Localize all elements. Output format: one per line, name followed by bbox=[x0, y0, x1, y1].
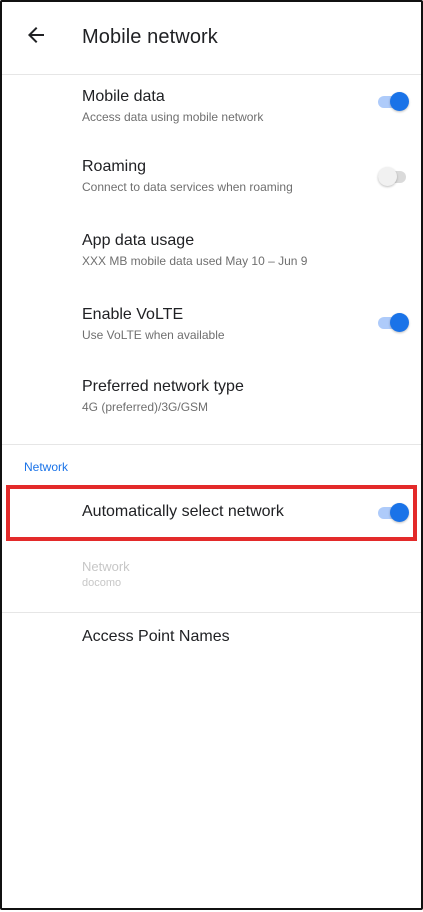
section-divider bbox=[2, 444, 421, 445]
volte-toggle[interactable] bbox=[378, 310, 409, 334]
setting-title: Access Point Names bbox=[82, 628, 230, 645]
setting-title: Mobile data bbox=[82, 88, 165, 105]
setting-app-data-usage[interactable]: App data usage XXX MB mobile data used M… bbox=[2, 222, 421, 296]
setting-summary: Use VoLTE when available bbox=[82, 328, 225, 342]
network-section-header: Network bbox=[24, 460, 69, 474]
setting-summary: docomo bbox=[82, 577, 122, 589]
setting-roaming[interactable]: Roaming Connect to data services when ro… bbox=[2, 148, 421, 222]
setting-preferred-network-type[interactable]: Preferred network type 4G (preferred)/3G… bbox=[2, 370, 421, 444]
setting-network: Network docomo bbox=[2, 541, 421, 611]
setting-summary: 4G (preferred)/3G/GSM bbox=[82, 400, 209, 414]
setting-summary: XXX MB mobile data used May 10 – Jun 9 bbox=[82, 254, 308, 268]
setting-auto-select-network[interactable]: Automatically select network bbox=[2, 485, 421, 541]
switch-thumb bbox=[390, 313, 409, 332]
switch-thumb bbox=[390, 92, 409, 111]
setting-title: Enable VoLTE bbox=[82, 306, 184, 323]
setting-summary: Connect to data services when roaming bbox=[82, 180, 293, 194]
setting-enable-volte[interactable]: Enable VoLTE Use VoLTE when available bbox=[2, 296, 421, 370]
setting-title: Automatically select network bbox=[82, 503, 284, 520]
setting-title: Preferred network type bbox=[82, 378, 244, 395]
mobile-data-toggle[interactable] bbox=[378, 89, 409, 113]
page-title: Mobile network bbox=[82, 26, 218, 48]
setting-mobile-data[interactable]: Mobile data Access data using mobile net… bbox=[2, 74, 421, 148]
switch-thumb bbox=[378, 167, 397, 186]
app-bar: Mobile network bbox=[2, 2, 421, 75]
auto-select-network-toggle[interactable] bbox=[378, 500, 409, 524]
setting-access-point-names[interactable]: Access Point Names bbox=[2, 613, 421, 663]
roaming-toggle[interactable] bbox=[378, 164, 408, 188]
setting-title: Network bbox=[82, 559, 130, 574]
phone-screen: Mobile network Mobile data Access data u… bbox=[0, 0, 423, 910]
arrow-left-icon[interactable] bbox=[24, 23, 48, 47]
setting-title: Roaming bbox=[82, 158, 147, 175]
setting-summary: Access data using mobile network bbox=[82, 110, 264, 124]
switch-thumb bbox=[390, 503, 409, 522]
setting-title: App data usage bbox=[82, 232, 195, 249]
